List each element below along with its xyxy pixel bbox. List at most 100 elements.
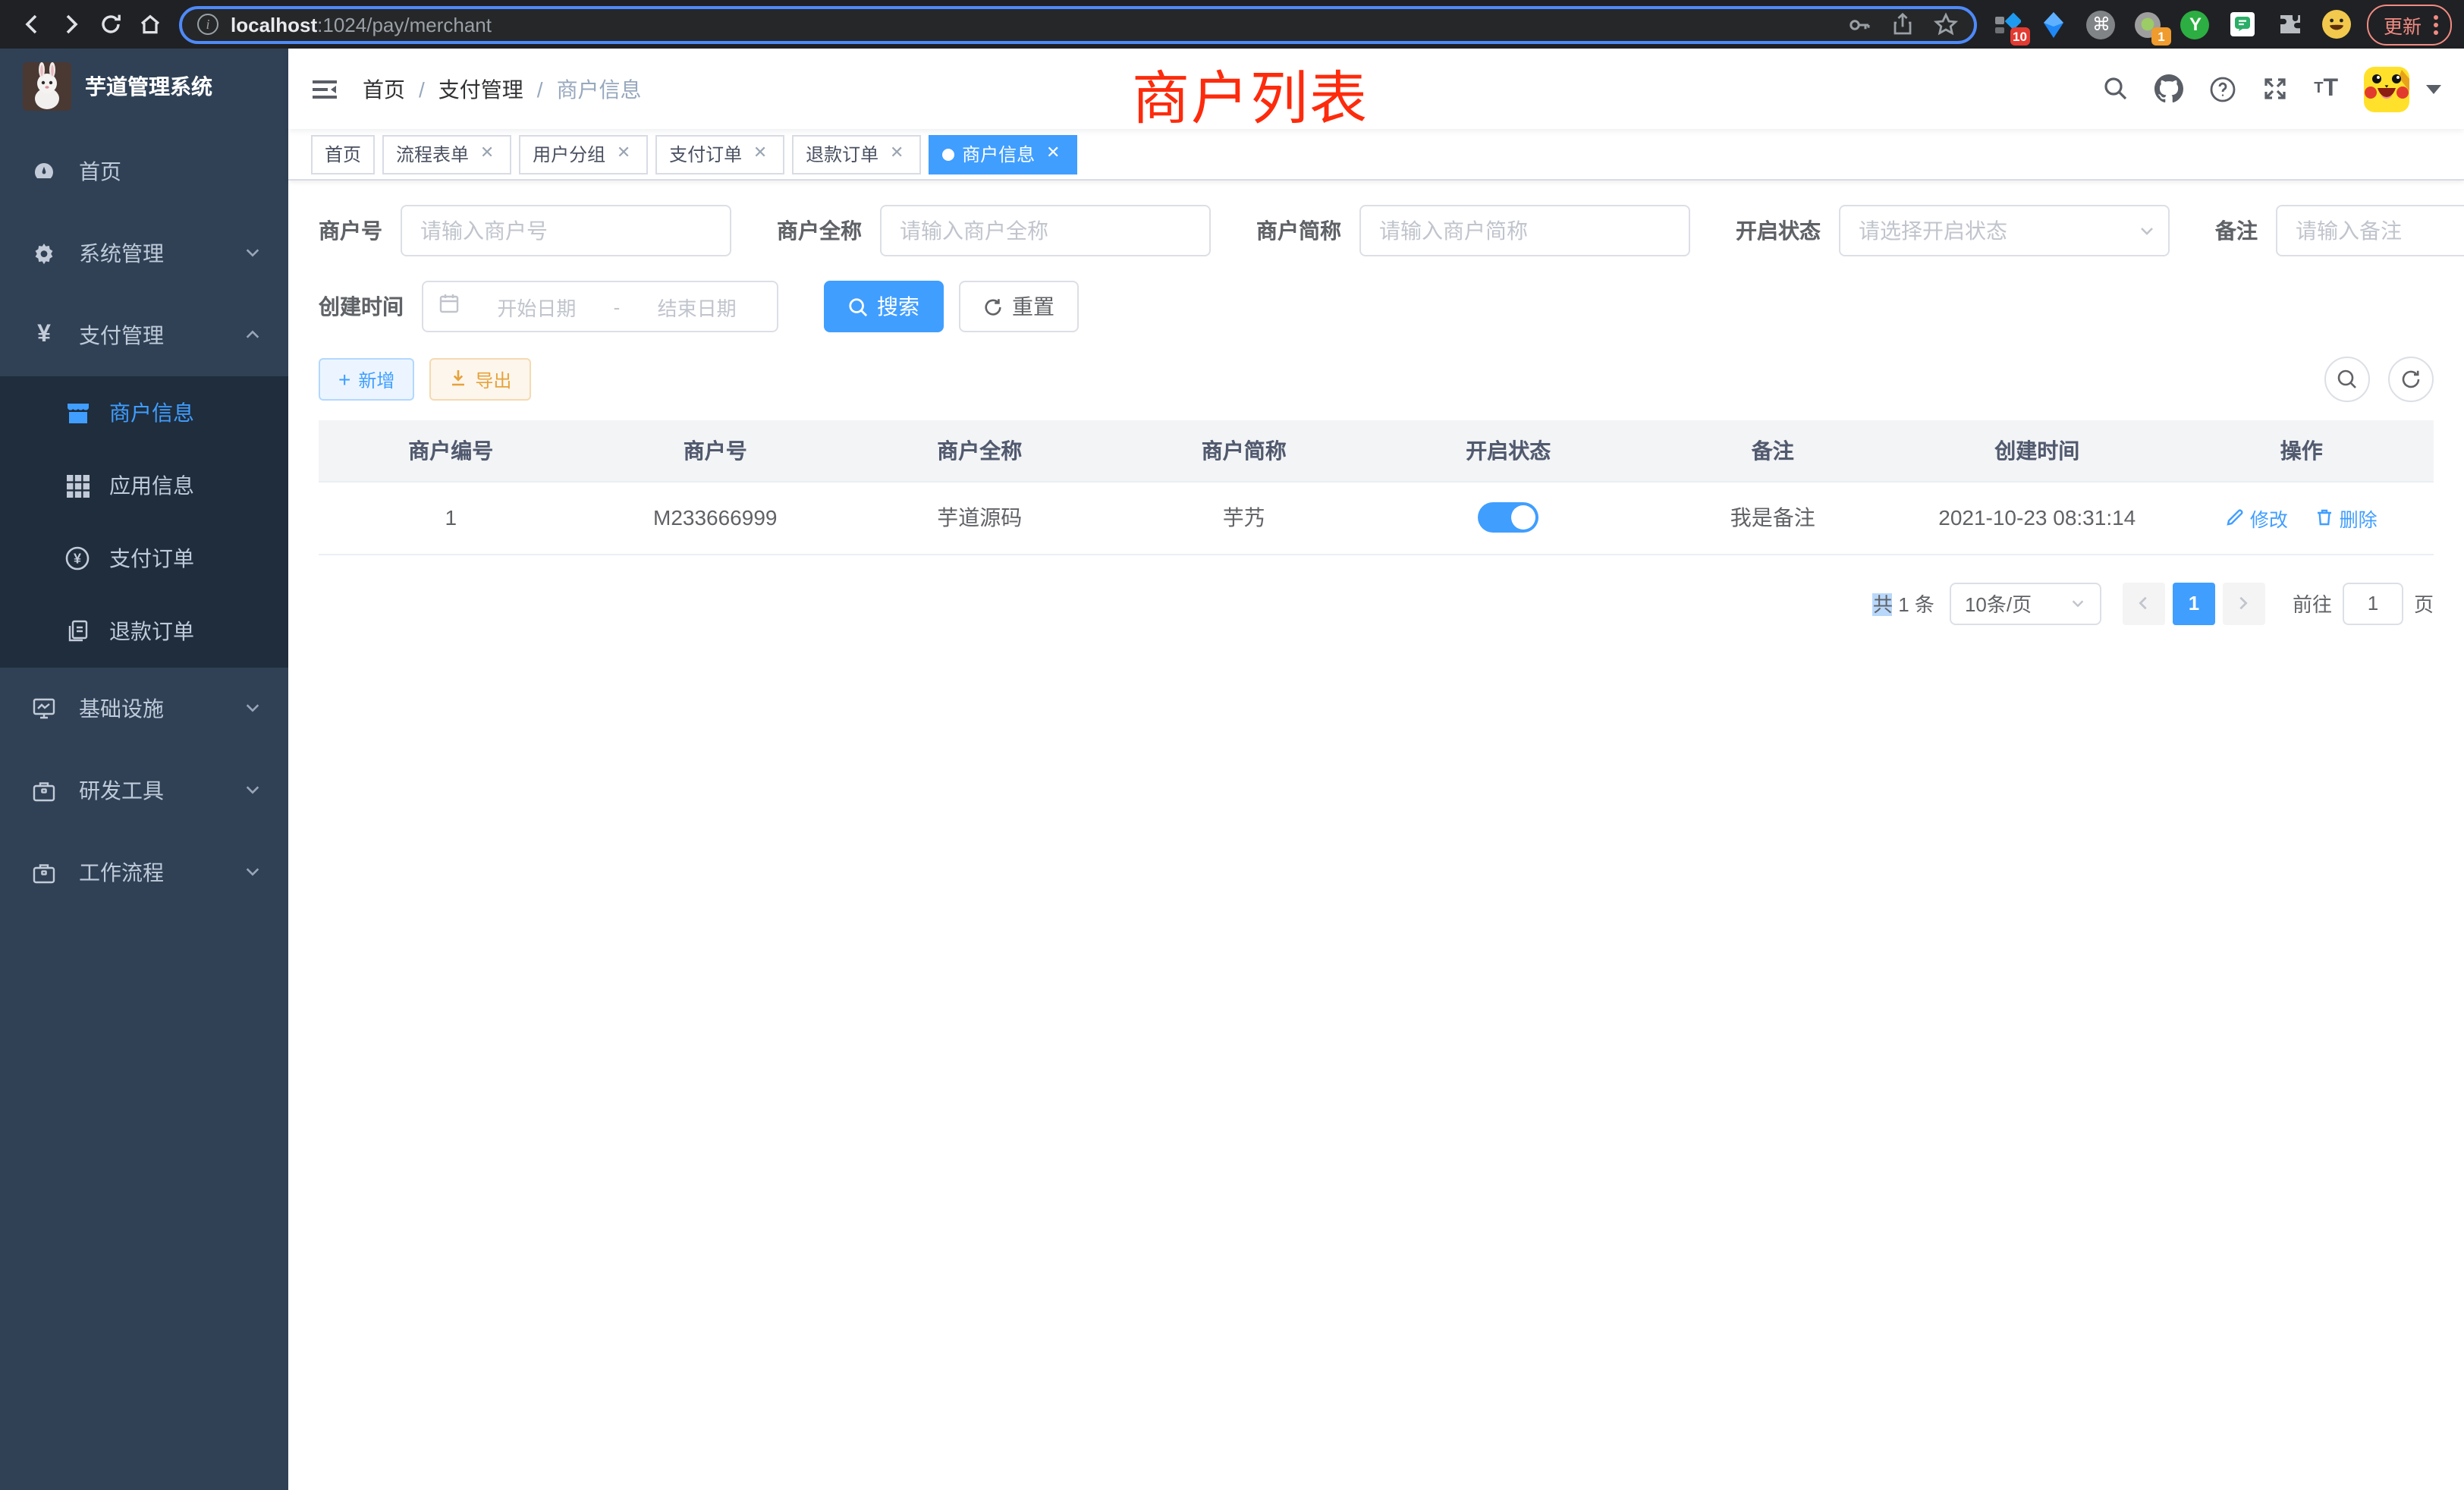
- password-key-icon[interactable]: [1846, 11, 1872, 37]
- close-icon[interactable]: ✕: [886, 143, 907, 165]
- show-search-toggle-button[interactable]: [2324, 357, 2370, 402]
- sidebar-collapse-button[interactable]: [311, 77, 338, 101]
- sidebar-item-refund-order[interactable]: 退款订单: [0, 595, 288, 668]
- cell-remark: 我是备注: [1641, 481, 1906, 554]
- profile-avatar-emoji[interactable]: [2321, 9, 2352, 39]
- yen-circle-icon: ¥: [64, 546, 91, 571]
- cell-short-name: 芋艿: [1112, 481, 1377, 554]
- page-info-icon[interactable]: i: [197, 14, 218, 35]
- sidebar-item-app-info[interactable]: 应用信息: [0, 449, 288, 522]
- download-icon: [449, 368, 467, 391]
- filter-row-2: 创建时间 开始日期 - 结束日期 搜索 重置: [319, 281, 2434, 332]
- user-avatar[interactable]: [2364, 66, 2409, 112]
- sidebar-item-merchant-info[interactable]: 商户信息: [0, 376, 288, 449]
- browser-reload-button[interactable]: [91, 5, 130, 44]
- page-size-select[interactable]: 10条/页: [1950, 582, 2101, 624]
- filter-row-1: 商户号 商户全称 商户简称 开启状态: [319, 205, 2434, 256]
- sidebar-item-pay-order[interactable]: ¥ 支付订单: [0, 522, 288, 595]
- plus-icon: +: [338, 369, 350, 390]
- export-button[interactable]: 导出: [429, 358, 531, 401]
- col-remark: 备注: [1641, 420, 1906, 481]
- merchant-short-input[interactable]: [1359, 205, 1690, 256]
- browser-forward-button[interactable]: [52, 5, 91, 44]
- sidebar-item-workflow[interactable]: 工作流程: [0, 831, 288, 913]
- tag-merchant-info[interactable]: 商户信息✕: [929, 134, 1077, 174]
- chevron-down-icon: [244, 241, 261, 266]
- bookmark-star-icon[interactable]: [1933, 11, 1959, 37]
- remark-label: 备注: [2215, 215, 2258, 246]
- delete-link[interactable]: 删除: [2315, 503, 2378, 532]
- close-icon[interactable]: ✕: [613, 143, 634, 165]
- help-icon[interactable]: [2209, 75, 2236, 102]
- browser-home-button[interactable]: [130, 5, 170, 44]
- header-search-icon[interactable]: [2103, 76, 2129, 102]
- chevron-down-icon: [244, 860, 261, 885]
- close-icon[interactable]: ✕: [1042, 143, 1064, 165]
- extensions-puzzle-icon[interactable]: [2274, 9, 2305, 39]
- merchant-name-input[interactable]: [880, 205, 1211, 256]
- merchant-no-input[interactable]: [401, 205, 731, 256]
- browser-update-button[interactable]: 更新: [2367, 4, 2452, 45]
- chevron-down-icon: [244, 778, 261, 803]
- briefcase-icon: [30, 779, 58, 802]
- breadcrumb-pay[interactable]: 支付管理: [438, 74, 523, 104]
- command-extension-icon[interactable]: ⌘: [2086, 9, 2117, 39]
- date-range-picker[interactable]: 开始日期 - 结束日期: [422, 281, 778, 332]
- app-logo[interactable]: 芋道管理系统: [0, 49, 288, 124]
- downloader-extension-icon[interactable]: 10: [1992, 9, 2022, 39]
- store-icon: [64, 401, 91, 424]
- browser-back-button[interactable]: [12, 5, 52, 44]
- col-merchant-code: 商户号: [583, 420, 848, 481]
- tag-user-group[interactable]: 用户分组✕: [519, 134, 648, 174]
- prev-page-button[interactable]: [2123, 582, 2165, 624]
- address-bar[interactable]: i localhost:1024/pay/merchant: [179, 5, 1977, 43]
- sidebar: 芋道管理系统 首页 系统管理 ¥: [0, 49, 288, 1490]
- search-button[interactable]: 搜索: [824, 281, 944, 332]
- url-text: localhost:1024/pay/merchant: [231, 13, 1834, 36]
- breadcrumb-home[interactable]: 首页: [363, 74, 405, 104]
- font-size-icon[interactable]: TT: [2314, 75, 2338, 102]
- avatar-caret-icon[interactable]: [2426, 84, 2441, 93]
- sidebar-item-infra[interactable]: 基础设施: [0, 668, 288, 750]
- tag-process-form[interactable]: 流程表单✕: [382, 134, 511, 174]
- edit-link[interactable]: 修改: [2226, 503, 2288, 532]
- refresh-table-button[interactable]: [2388, 357, 2434, 402]
- current-page-button[interactable]: 1: [2173, 582, 2215, 624]
- sidebar-item-pay[interactable]: ¥ 支付管理: [0, 294, 288, 376]
- goto-page-input[interactable]: [2343, 582, 2403, 624]
- remark-input[interactable]: [2276, 205, 2464, 256]
- sidebar-item-home[interactable]: 首页: [0, 130, 288, 212]
- close-icon[interactable]: ✕: [476, 143, 498, 165]
- browser-menu-icon[interactable]: [2434, 14, 2438, 34]
- col-full-name: 商户全称: [847, 420, 1112, 481]
- end-date-placeholder: 结束日期: [632, 292, 762, 321]
- table-toolbar: + 新增 导出: [319, 357, 2434, 402]
- logo-rabbit-image: [23, 62, 71, 111]
- y-extension-icon[interactable]: Y: [2180, 9, 2211, 39]
- profile-extension-icon[interactable]: 1: [2133, 9, 2164, 39]
- github-icon[interactable]: [2154, 74, 2183, 103]
- fullscreen-icon[interactable]: [2262, 76, 2288, 102]
- reset-button[interactable]: 重置: [959, 281, 1079, 332]
- sidebar-item-dev-tools[interactable]: 研发工具: [0, 750, 288, 831]
- create-time-label: 创建时间: [319, 291, 404, 322]
- chat-doc-extension-icon[interactable]: [2227, 9, 2258, 39]
- chevron-down-icon: [244, 696, 261, 721]
- kite-extension-icon[interactable]: [2039, 9, 2070, 39]
- tag-home[interactable]: 首页: [311, 134, 375, 174]
- tag-pay-order[interactable]: 支付订单✕: [655, 134, 784, 174]
- trash-icon: [2315, 508, 2334, 527]
- tag-refund-order[interactable]: 退款订单✕: [792, 134, 921, 174]
- table-header: 商户编号 商户号 商户全称 商户简称 开启状态 备注 创建时间 操作: [319, 420, 2434, 481]
- extension-badge: 1: [2151, 27, 2171, 46]
- next-page-button[interactable]: [2223, 582, 2265, 624]
- close-icon[interactable]: ✕: [750, 143, 771, 165]
- merchant-short-label: 商户简称: [1256, 215, 1341, 246]
- top-navbar: 首页 / 支付管理 / 商户信息 商户列表: [288, 49, 2464, 129]
- sidebar-item-system[interactable]: 系统管理: [0, 212, 288, 294]
- pay-submenu: 商户信息 应用信息 ¥ 支付订单: [0, 376, 288, 668]
- status-toggle-on[interactable]: [1478, 502, 1538, 533]
- add-button[interactable]: + 新增: [319, 358, 414, 401]
- share-icon[interactable]: [1890, 12, 1915, 36]
- status-select[interactable]: [1839, 205, 2170, 256]
